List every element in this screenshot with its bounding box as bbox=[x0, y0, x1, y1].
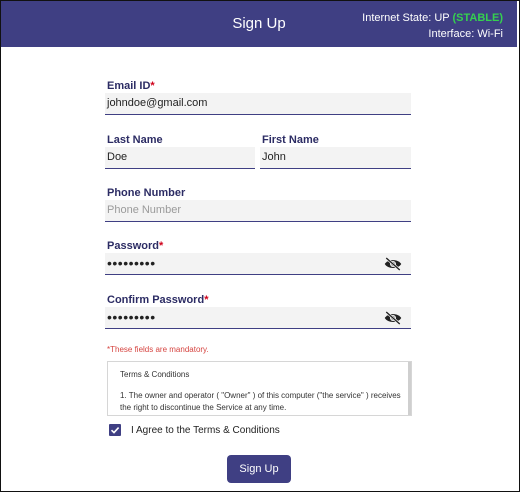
interface-label: Interface: Wi-Fi bbox=[428, 28, 503, 40]
phone-label: Phone Number bbox=[107, 187, 186, 199]
checkmark-icon bbox=[110, 427, 120, 434]
first-name-label: First Name bbox=[262, 134, 319, 146]
internet-state-status: (STABLE) bbox=[452, 12, 503, 24]
eye-off-icon[interactable] bbox=[384, 257, 402, 271]
terms-scrollbar[interactable] bbox=[408, 362, 411, 415]
mandatory-note: *These fields are mandatory. bbox=[107, 345, 209, 354]
password-label: Password* bbox=[107, 240, 164, 252]
sign-up-button[interactable]: Sign Up bbox=[227, 455, 291, 483]
agree-label[interactable]: I Agree to the Terms & Conditions bbox=[131, 425, 280, 436]
password-field[interactable]: ••••••••• bbox=[105, 253, 411, 275]
terms-box[interactable]: Terms & Conditions 1. The owner and oper… bbox=[107, 361, 412, 416]
confirm-password-label: Confirm Password* bbox=[107, 294, 209, 306]
last-name-field[interactable]: Doe bbox=[105, 147, 255, 169]
last-name-label: Last Name bbox=[107, 134, 163, 146]
eye-off-icon[interactable] bbox=[384, 311, 402, 325]
phone-field[interactable]: Phone Number bbox=[105, 200, 411, 222]
email-label: Email ID* bbox=[107, 80, 155, 92]
terms-title: Terms & Conditions bbox=[120, 370, 190, 379]
window-frame bbox=[0, 0, 520, 492]
confirm-password-field[interactable]: ••••••••• bbox=[105, 307, 411, 329]
agree-checkbox[interactable] bbox=[109, 424, 121, 436]
first-name-field[interactable]: John bbox=[260, 147, 411, 169]
terms-body: 1. The owner and operator ( "Owner" ) of… bbox=[120, 391, 401, 412]
internet-state-label: Internet State: UP bbox=[362, 12, 450, 24]
header-bar: Sign Up Internet State: UP (STABLE) Inte… bbox=[1, 1, 517, 47]
network-status: Internet State: UP (STABLE) Interface: W… bbox=[362, 10, 503, 42]
email-field[interactable]: johndoe@gmail.com bbox=[105, 93, 411, 115]
